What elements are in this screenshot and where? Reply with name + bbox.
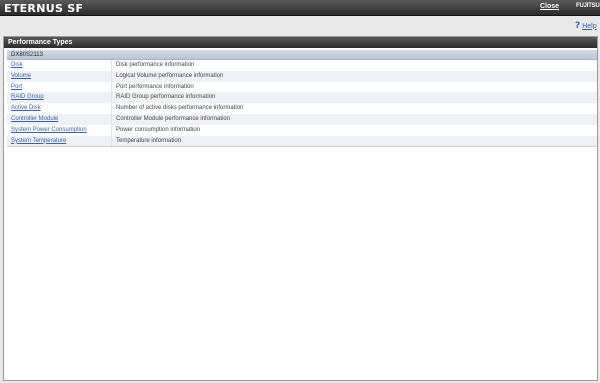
table-row: RAID Group RAID Group performance inform… <box>7 92 597 104</box>
help-icon[interactable]: ? <box>575 21 580 31</box>
active-disk-link[interactable]: Active Disk <box>7 103 111 114</box>
brand-logo: ETERNUS SF <box>4 2 84 15</box>
row-description: Power consumption information <box>111 124 597 136</box>
table-row: Port Port performance information <box>7 81 597 93</box>
disk-link[interactable]: Disk <box>7 60 111 71</box>
close-link[interactable]: Close <box>540 3 559 10</box>
row-description: Port performance information <box>111 81 597 93</box>
raid-group-link[interactable]: RAID Group <box>7 92 111 103</box>
row-description: RAID Group performance information <box>111 92 597 104</box>
help-link[interactable]: Help <box>582 23 596 30</box>
performance-types-panel: Performance Types DX80S2113 Disk Disk pe… <box>3 36 598 381</box>
row-description: Temperature information <box>111 135 597 147</box>
table-row: Active Disk Number of active disks perfo… <box>7 103 597 114</box>
port-link[interactable]: Port <box>7 82 111 93</box>
table-row: System Power Consumption Power consumpti… <box>7 124 597 136</box>
panel-title: Performance Types <box>4 37 597 48</box>
table-bottom-border <box>7 146 597 148</box>
row-description: Logical Volume performance information <box>111 70 597 82</box>
row-description: Number of active disks performance infor… <box>111 103 597 114</box>
table-row: Controller Module Controller Module perf… <box>7 113 597 125</box>
top-bar: ETERNUS SF Close FUJITSU <box>0 0 600 16</box>
row-description: Disk performance information <box>111 60 597 71</box>
help-area: ? Help <box>575 21 597 31</box>
fujitsu-logo: FUJITSU <box>576 3 600 9</box>
table-row: Disk Disk performance information <box>7 60 597 71</box>
table-body: Disk Disk performance information Volume… <box>7 60 597 147</box>
system-power-consumption-link[interactable]: System Power Consumption <box>7 125 111 136</box>
volume-link[interactable]: Volume <box>7 71 111 82</box>
system-temperature-link[interactable]: System Temperature <box>7 136 111 147</box>
row-description: Controller Module performance informatio… <box>111 113 597 125</box>
table-row: System Temperature Temperature informati… <box>7 135 597 147</box>
device-name-row: DX80S2113 <box>7 50 597 60</box>
performance-types-table: DX80S2113 Disk Disk performance informat… <box>7 50 597 148</box>
controller-module-link[interactable]: Controller Module <box>7 114 111 125</box>
table-row: Volume Logical Volume performance inform… <box>7 70 597 82</box>
